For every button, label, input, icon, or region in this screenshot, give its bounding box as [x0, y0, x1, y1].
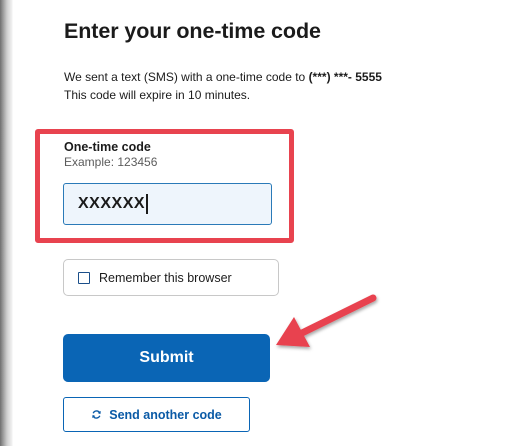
remember-browser-checkbox[interactable]: Remember this browser: [63, 259, 279, 296]
page-title: Enter your one-time code: [64, 19, 321, 43]
window-edge: [0, 0, 13, 446]
checkbox-icon[interactable]: [78, 271, 90, 284]
intro-prefix: We sent a text (SMS) with a one-time cod…: [64, 70, 306, 84]
code-input-value: XXXXXX: [78, 195, 146, 212]
intro-line-1: We sent a text (SMS) with a one-time cod…: [64, 68, 382, 86]
phone-last4: 5555: [355, 70, 382, 84]
code-field-group: One-time code Example: 123456: [64, 140, 157, 170]
send-another-label: Send another code: [109, 407, 222, 422]
one-time-code-input[interactable]: XXXXXX: [63, 183, 272, 225]
intro-line-2: This code will expire in 10 minutes.: [64, 88, 251, 102]
submit-button[interactable]: Submit: [63, 334, 270, 382]
annotation-arrow: [276, 294, 377, 347]
refresh-icon: [91, 409, 102, 420]
code-hint: Example: 123456: [64, 155, 158, 169]
text-caret: [146, 194, 148, 214]
remember-browser-label: Remember this browser: [99, 270, 232, 285]
masked-phone: (***) ***-: [308, 70, 352, 84]
send-another-code-button[interactable]: Send another code: [63, 397, 250, 432]
intro-text: We sent a text (SMS) with a one-time cod…: [64, 68, 382, 104]
code-label: One-time code: [64, 140, 151, 154]
